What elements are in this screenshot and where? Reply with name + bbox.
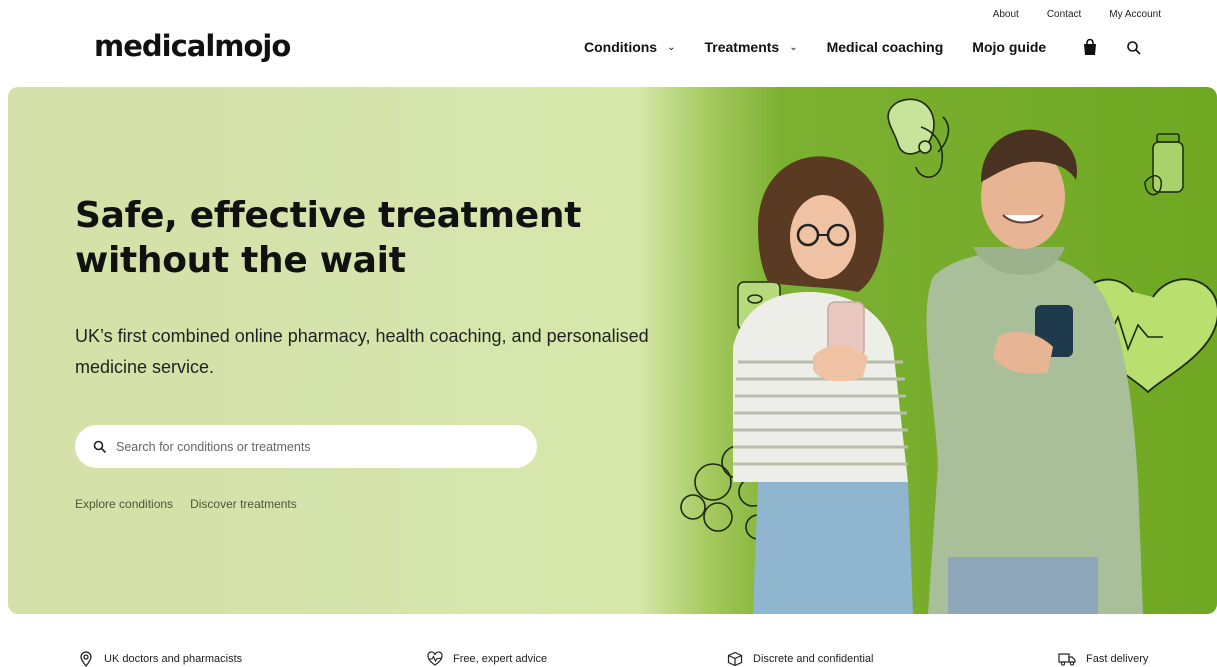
hero-subtitle: UK’s first combined online pharmacy, hea… xyxy=(75,326,649,377)
feature-delivery-label: Fast delivery xyxy=(1086,653,1149,665)
location-pin-icon xyxy=(80,651,92,667)
hero-people-image xyxy=(680,98,1217,614)
hero-links: Explore conditions Discover treatments xyxy=(75,497,297,511)
discover-treatments-link[interactable]: Discover treatments xyxy=(190,497,297,511)
search-input[interactable] xyxy=(116,439,516,454)
woman-figure xyxy=(733,156,913,614)
feature-delivery: Fast delivery xyxy=(1058,651,1148,667)
nav-conditions-label: Conditions xyxy=(584,39,658,55)
nav-treatments-label: Treatments xyxy=(704,39,780,55)
nav-mojo-guide-label: Mojo guide xyxy=(972,39,1047,55)
hero-banner: Safe, effective treatment without the wa… xyxy=(8,87,1217,614)
truck-icon xyxy=(1058,653,1076,666)
feature-discrete-label: Discrete and confidential xyxy=(753,653,874,665)
jar-doodle xyxy=(1144,133,1184,196)
box-icon xyxy=(727,651,743,667)
hero-search[interactable] xyxy=(75,425,537,468)
leaf-doodle xyxy=(887,98,950,178)
utility-nav: About Contact My Account xyxy=(993,9,1161,20)
search-icon xyxy=(93,440,107,453)
feature-discrete: Discrete and confidential xyxy=(727,651,873,667)
about-link[interactable]: About xyxy=(993,9,1019,20)
man-figure xyxy=(926,129,1143,614)
my-account-link[interactable]: My Account xyxy=(1109,9,1161,20)
shopping-bag-icon[interactable] xyxy=(1082,38,1098,56)
feature-doctors: UK doctors and pharmacists xyxy=(78,651,242,667)
main-nav: Conditions ⌄ Treatments ⌄ Medical coachi… xyxy=(584,39,1046,55)
feature-doctors-label: UK doctors and pharmacists xyxy=(104,653,243,665)
nav-conditions[interactable]: Conditions ⌄ xyxy=(584,39,676,55)
hero-title: Safe, effective treatment without the wa… xyxy=(75,195,582,281)
logo[interactable]: medicalmojo xyxy=(94,29,291,63)
feature-advice-label: Free, expert advice xyxy=(453,653,548,665)
nav-medical-coaching-label: Medical coaching xyxy=(826,39,944,55)
feature-advice: Free, expert advice xyxy=(427,651,547,667)
chevron-down-icon: ⌄ xyxy=(667,41,676,53)
contact-link[interactable]: Contact xyxy=(1047,9,1081,20)
chevron-down-icon: ⌄ xyxy=(789,41,798,53)
heartbeat-icon xyxy=(427,651,443,666)
explore-conditions-link[interactable]: Explore conditions xyxy=(75,497,173,511)
search-icon[interactable] xyxy=(1126,40,1142,56)
nav-treatments[interactable]: Treatments ⌄ xyxy=(705,39,798,55)
nav-medical-coaching[interactable]: Medical coaching xyxy=(827,39,944,55)
nav-mojo-guide[interactable]: Mojo guide xyxy=(972,39,1046,55)
